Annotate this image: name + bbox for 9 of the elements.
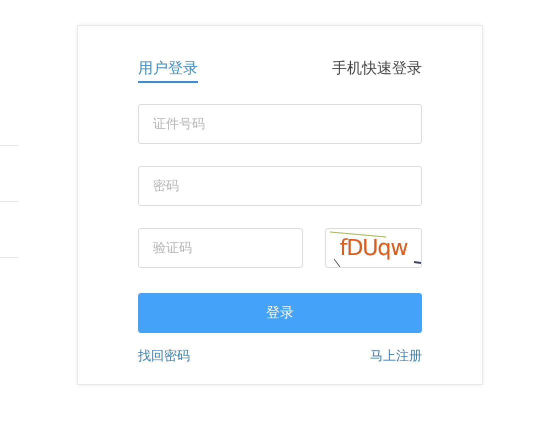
input-field[interactable]: 密码 [138, 166, 422, 206]
link[interactable]: 找回密码 [138, 347, 190, 365]
input-field[interactable]: 验证码 [138, 228, 303, 268]
captcha-image[interactable]: fDUqw [325, 228, 422, 268]
login-button[interactable]: 登录 [138, 293, 422, 333]
input-field[interactable]: 证件号码 [138, 104, 422, 144]
login-tab[interactable]: 手机快速登录 [332, 59, 422, 83]
link[interactable]: 马上注册 [370, 347, 422, 365]
login-tab[interactable]: 用户登录 [138, 59, 198, 83]
